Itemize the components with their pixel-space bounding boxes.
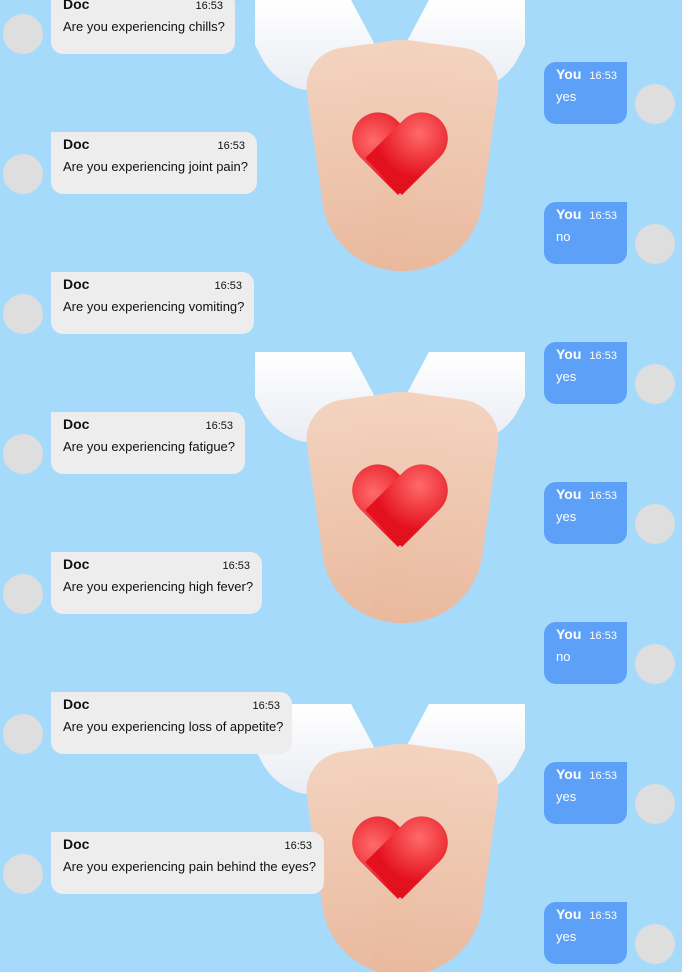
sender-name: You — [556, 66, 582, 82]
sender-name: Doc — [63, 276, 90, 292]
message-time: 16:53 — [195, 0, 223, 12]
message-text: no — [556, 649, 571, 664]
sender-name: Doc — [63, 696, 90, 712]
message-text: yes — [556, 89, 577, 104]
heart-icon — [350, 467, 450, 559]
message-text: yes — [556, 369, 577, 384]
user-avatar — [635, 224, 675, 264]
message-time: 16:53 — [589, 210, 617, 222]
doc-avatar — [3, 574, 43, 614]
sender-name: Doc — [63, 416, 90, 432]
message-time: 16:53 — [589, 770, 617, 782]
sender-name: You — [556, 206, 582, 222]
message-text: Are you experiencing pain behind the eye… — [63, 859, 316, 874]
user-avatar — [635, 84, 675, 124]
doc-avatar — [3, 854, 43, 894]
message-text: Are you experiencing loss of appetite? — [63, 719, 284, 734]
user-avatar — [635, 644, 675, 684]
message-text: Are you experiencing vomiting? — [63, 299, 245, 314]
user-message-bubble: You 16:53 yes — [544, 902, 627, 964]
user-message-bubble: You 16:53 yes — [544, 342, 627, 404]
user-message-bubble: You 16:53 no — [544, 622, 627, 684]
message-text: yes — [556, 929, 577, 944]
message-time: 16:53 — [589, 630, 617, 642]
message-text: Are you experiencing chills? — [63, 19, 225, 34]
message-time: 16:53 — [252, 700, 280, 712]
message-time: 16:53 — [205, 420, 233, 432]
sender-name: You — [556, 486, 582, 502]
message-text: yes — [556, 789, 577, 804]
message-text: Are you experiencing high fever? — [63, 579, 254, 594]
sender-name: Doc — [63, 0, 90, 12]
user-avatar — [635, 924, 675, 964]
doc-message-bubble: Doc 16:53 Are you experiencing chills? — [51, 0, 235, 54]
doc-message-bubble: Doc 16:53 Are you experiencing fatigue? — [51, 412, 245, 474]
doc-avatar — [3, 294, 43, 334]
message-time: 16:53 — [589, 350, 617, 362]
message-time: 16:53 — [284, 840, 312, 852]
doc-message-bubble: Doc 16:53 Are you experiencing joint pai… — [51, 132, 257, 194]
message-time: 16:53 — [214, 280, 242, 292]
user-message-bubble: You 16:53 yes — [544, 762, 627, 824]
user-message-bubble: You 16:53 no — [544, 202, 627, 264]
doc-message-bubble: Doc 16:53 Are you experiencing high feve… — [51, 552, 262, 614]
sender-name: You — [556, 906, 582, 922]
user-avatar — [635, 504, 675, 544]
sender-name: You — [556, 626, 582, 642]
message-text: no — [556, 229, 571, 244]
heart-icon — [350, 115, 450, 207]
doc-message-bubble: Doc 16:53 Are you experiencing pain behi… — [51, 832, 324, 894]
sender-name: Doc — [63, 136, 90, 152]
doc-avatar — [3, 14, 43, 54]
message-time: 16:53 — [589, 490, 617, 502]
message-time: 16:53 — [222, 560, 250, 572]
message-text: Are you experiencing joint pain? — [63, 159, 249, 174]
message-text: yes — [556, 509, 577, 524]
hands-heart-illustration — [255, 0, 525, 352]
doc-message-bubble: Doc 16:53 Are you experiencing vomiting? — [51, 272, 254, 334]
doc-avatar — [3, 154, 43, 194]
hands-heart-illustration — [255, 352, 525, 704]
user-avatar — [635, 784, 675, 824]
sender-name: You — [556, 766, 582, 782]
doc-avatar — [3, 714, 43, 754]
sender-name: You — [556, 346, 582, 362]
sender-name: Doc — [63, 836, 90, 852]
heart-icon — [350, 819, 450, 911]
user-message-bubble: You 16:53 yes — [544, 482, 627, 544]
user-avatar — [635, 364, 675, 404]
doc-avatar — [3, 434, 43, 474]
doc-message-bubble: Doc 16:53 Are you experiencing loss of a… — [51, 692, 292, 754]
message-text: Are you experiencing fatigue? — [63, 439, 236, 454]
message-time: 16:53 — [217, 140, 245, 152]
user-message-bubble: You 16:53 yes — [544, 62, 627, 124]
message-time: 16:53 — [589, 910, 617, 922]
message-time: 16:53 — [589, 70, 617, 82]
sender-name: Doc — [63, 556, 90, 572]
